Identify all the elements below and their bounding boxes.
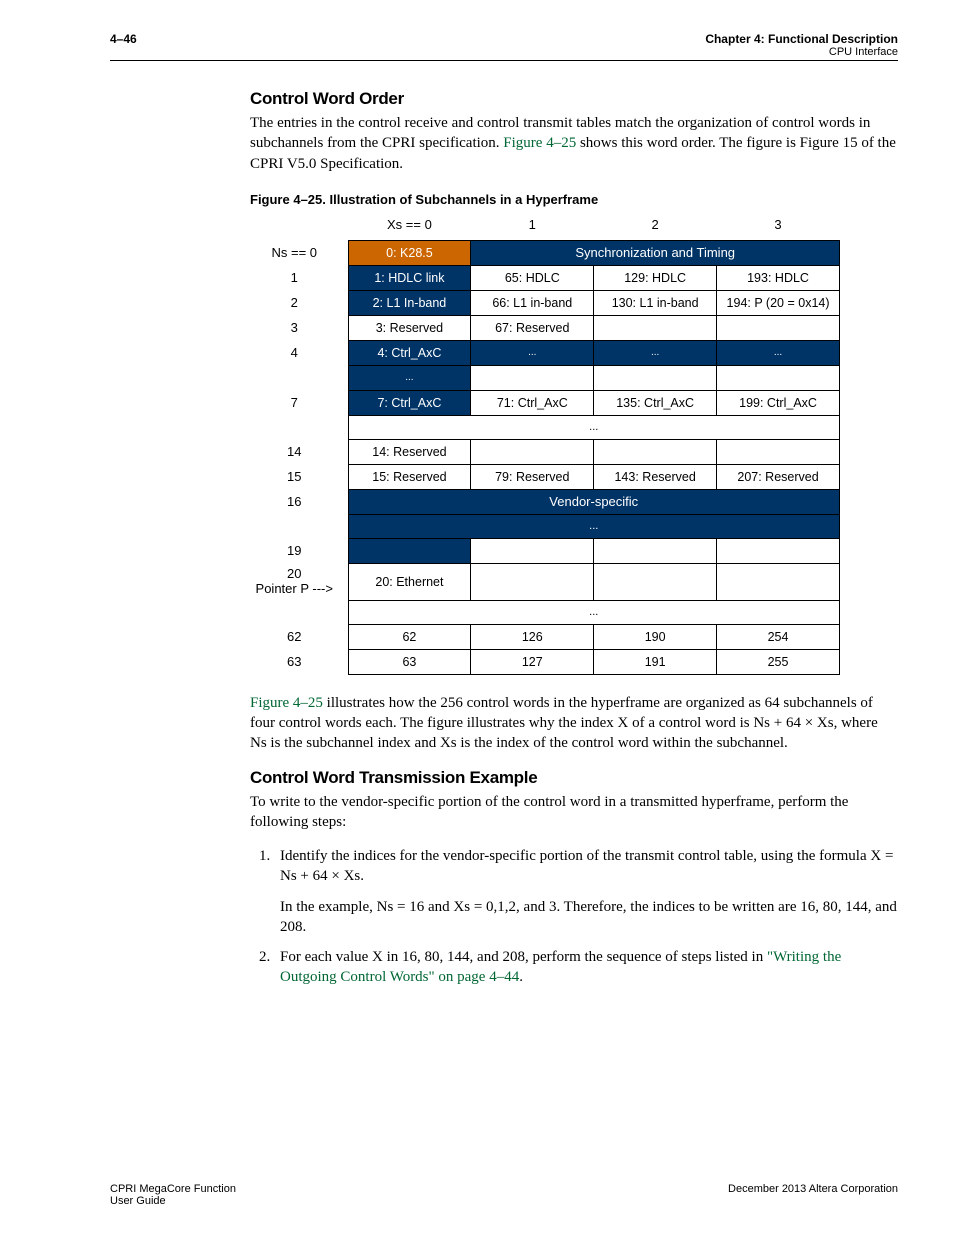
section-name: CPU Interface <box>705 46 898 58</box>
para-control-word-order: The entries in the control receive and c… <box>250 113 898 174</box>
chapter-title: Chapter 4: Functional Description <box>705 32 898 46</box>
page-footer: CPRI MegaCore Function User Guide Decemb… <box>110 1183 898 1207</box>
step-1: Identify the indices for the vendor-spec… <box>274 846 898 937</box>
page-number: 4–46 <box>110 32 137 46</box>
heading-control-word-order: Control Word Order <box>250 89 898 109</box>
page-header: 4–46 Chapter 4: Functional Description C… <box>110 32 898 61</box>
para-after-figure: Figure 4–25 illustrates how the 256 cont… <box>250 693 898 754</box>
para-transmission-intro: To write to the vendor-specific portion … <box>250 792 898 833</box>
heading-transmission-example: Control Word Transmission Example <box>250 768 898 788</box>
step-2: For each value X in 16, 80, 144, and 208… <box>274 947 898 988</box>
figure-reference-link[interactable]: Figure 4–25 <box>503 135 576 151</box>
figure-caption: Figure 4–25. Illustration of Subchannels… <box>250 192 898 207</box>
figure-reference-link[interactable]: Figure 4–25 <box>250 695 323 711</box>
steps-list: Identify the indices for the vendor-spec… <box>250 846 898 988</box>
hyperframe-table: Xs == 0 1 2 3 Ns == 0 0: K28.5 Synchroni… <box>250 213 840 675</box>
